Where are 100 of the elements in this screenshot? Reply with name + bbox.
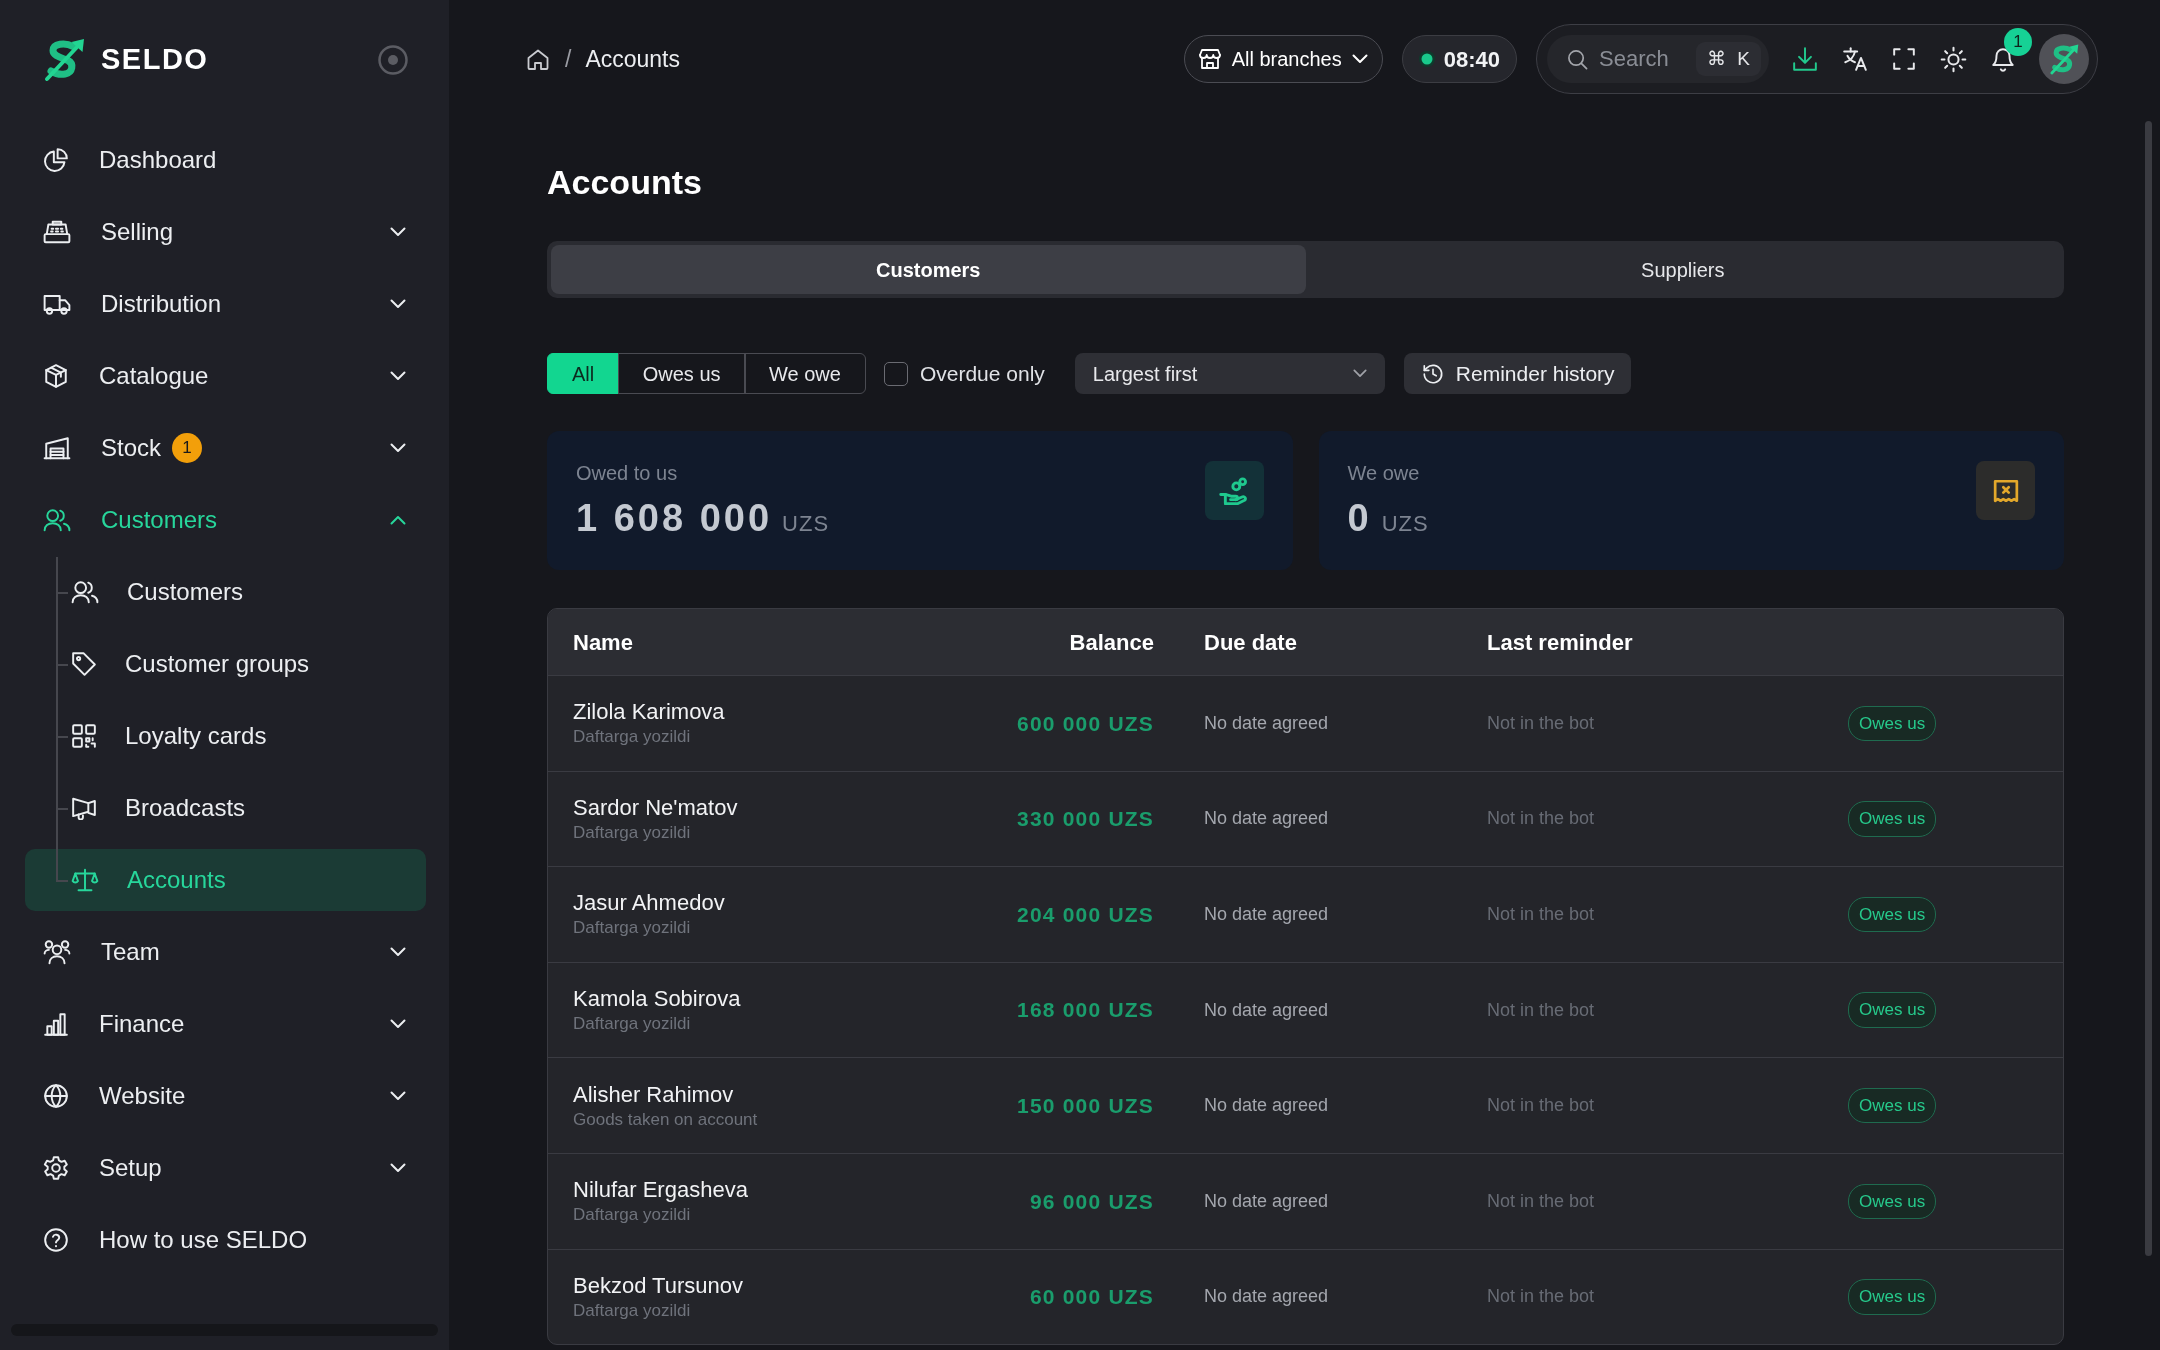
last-reminder: Not in the bot <box>1487 1286 1595 1307</box>
status-badge: Owes us <box>1848 1183 1937 1219</box>
tab[interactable]: Customers <box>551 245 1306 294</box>
time-text: 08:40 <box>1443 45 1500 74</box>
last-reminder: Not in the bot <box>1487 904 1595 924</box>
customer-note: Daftarga yozildi <box>573 821 691 844</box>
balance-amount: 150 000 UZS <box>1017 1093 1154 1117</box>
brand-name: SELDO <box>101 42 209 78</box>
nav-item[interactable]: Selling <box>25 201 426 263</box>
filter-segment[interactable]: Owes us <box>617 353 746 394</box>
nav-item[interactable]: Accounts <box>25 849 426 911</box>
count-badge: 1 <box>172 433 203 463</box>
help-icon <box>43 1227 69 1253</box>
checkbox[interactable] <box>883 361 908 386</box>
scrollbar-thumb[interactable] <box>2145 121 2152 1256</box>
breadcrumb-current: Accounts <box>585 44 680 74</box>
pie-chart-icon <box>43 147 69 173</box>
tab[interactable]: Suppliers <box>1305 245 2060 294</box>
nav-item[interactable]: Catalogue <box>25 345 426 407</box>
filter-segment[interactable]: All <box>547 353 620 394</box>
bell-icon[interactable] <box>1991 46 2015 72</box>
sun-icon[interactable] <box>1940 45 1967 73</box>
status-badge: Owes us <box>1848 1279 1937 1315</box>
search-icon <box>1567 49 1588 70</box>
truck-icon <box>43 292 71 316</box>
customer-name: Jasur Ahmedov <box>573 889 725 918</box>
customer-note: Daftarga yozildi <box>573 1299 691 1322</box>
balance-amount: 204 000 UZS <box>1017 902 1154 926</box>
users-icon <box>43 508 71 532</box>
nav-item[interactable]: Customers <box>25 489 426 551</box>
sort-select[interactable]: Largest first <box>1074 353 1385 394</box>
balance-amount: 168 000 UZS <box>1017 998 1154 1022</box>
bar-chart-icon <box>43 1011 69 1037</box>
nav-item[interactable]: How to use SELDO <box>25 1209 426 1271</box>
filter-segment[interactable]: We owe <box>744 353 866 394</box>
nav-item[interactable]: Customers <box>25 561 426 623</box>
warehouse-icon <box>43 436 71 460</box>
nav-item[interactable]: Finance <box>25 993 426 1055</box>
column-header: Due date <box>1204 629 1297 655</box>
customer-name: Sardor Ne'matov <box>573 793 738 822</box>
summary-label: We owe <box>1347 461 1420 485</box>
due-date: No date agreed <box>1204 808 1329 829</box>
chevron-down-icon <box>1352 369 1367 378</box>
users-icon <box>71 580 99 604</box>
globe-icon <box>43 1083 69 1109</box>
column-header: Name <box>573 629 633 655</box>
customer-name: Alisher Rahimov <box>573 1080 734 1109</box>
hand-coins-icon <box>1204 461 1264 520</box>
last-reminder: Not in the bot <box>1487 808 1595 829</box>
customer-name: Kamola Sobirova <box>573 985 741 1014</box>
download-icon[interactable] <box>1792 46 1818 72</box>
nav-item[interactable]: Distribution <box>25 273 426 335</box>
qr-code-icon <box>71 723 97 749</box>
balance-amount: 60 000 UZS <box>1029 1285 1154 1309</box>
nav-item[interactable]: Setup <box>25 1137 426 1199</box>
customer-note: Daftarga yozildi <box>573 726 691 749</box>
branch-select[interactable]: All branches <box>1183 35 1383 83</box>
customer-note: Daftarga yozildi <box>573 917 691 940</box>
nav-item[interactable]: Loyalty cards <box>25 705 426 767</box>
summary-amount: 0 <box>1347 496 1372 541</box>
breadcrumb-separator: / <box>565 44 572 74</box>
avatar-icon[interactable] <box>2039 34 2089 84</box>
customer-note: Daftarga yozildi <box>573 1204 691 1227</box>
balance-amount: 600 000 UZS <box>1017 711 1154 735</box>
megaphone-icon <box>71 796 97 820</box>
nav-item[interactable]: Team <box>25 921 426 983</box>
column-header: Last reminder <box>1487 629 1633 655</box>
last-reminder: Not in the bot <box>1487 1190 1595 1211</box>
checkbox-label[interactable]: Overdue only <box>919 357 1045 390</box>
nav-item[interactable]: Website <box>25 1065 426 1127</box>
nav-item[interactable]: Dashboard <box>25 129 426 191</box>
reminder-history-button[interactable]: Reminder history <box>1403 353 1631 394</box>
summary-amount: 1 608 000 <box>576 496 773 541</box>
team-icon <box>43 939 71 965</box>
circle-dot-icon[interactable] <box>378 45 408 75</box>
fullscreen-icon[interactable] <box>1892 47 1916 71</box>
status-badge: Owes us <box>1848 705 1937 742</box>
balance-amount: 330 000 UZS <box>1017 807 1154 831</box>
due-date: No date agreed <box>1204 1190 1329 1211</box>
nav-item[interactable]: Stock 1 <box>25 417 426 479</box>
due-date: No date agreed <box>1204 712 1329 733</box>
settings-icon <box>43 1155 69 1181</box>
status-badge: Owes us <box>1848 896 1937 933</box>
nav-item[interactable]: Customer groups <box>25 633 426 695</box>
column-header: Balance <box>1069 629 1154 655</box>
customer-note: Daftarga yozildi <box>573 1013 691 1036</box>
home-icon[interactable] <box>527 48 549 70</box>
balance-amount: 96 000 UZS <box>1029 1189 1154 1213</box>
due-date: No date agreed <box>1204 1095 1329 1116</box>
due-date: No date agreed <box>1204 999 1329 1020</box>
cash-register-icon <box>43 220 71 244</box>
status-dot-icon <box>1418 51 1435 67</box>
box-icon <box>43 363 69 389</box>
translate-icon[interactable] <box>1842 46 1868 72</box>
last-reminder: Not in the bot <box>1487 999 1595 1020</box>
nav-item[interactable]: Broadcasts <box>25 777 426 839</box>
due-date: No date agreed <box>1204 1286 1329 1307</box>
receipt-x-icon <box>1976 461 2035 520</box>
due-date: No date agreed <box>1204 904 1329 924</box>
currency-label: UZS <box>1381 510 1429 538</box>
